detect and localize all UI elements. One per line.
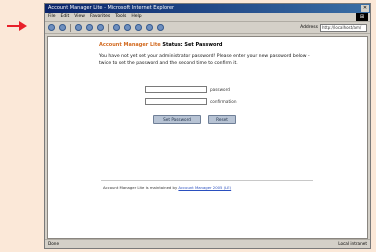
toolbar-divider [70, 23, 71, 32]
menu-item-tools[interactable]: Tools [115, 13, 126, 21]
app-name: Account Manager Lite [99, 42, 161, 48]
security-zone: Local intranet [338, 241, 367, 246]
confirm-password-input[interactable] [145, 98, 207, 105]
footer-link[interactable]: Account Manager 2005 (LE) [178, 185, 231, 190]
arrow-marker-icon [7, 21, 27, 31]
history-icon[interactable] [135, 24, 142, 31]
print-icon[interactable] [157, 24, 164, 31]
browser-window: Account Manager Lite - Microsoft Interne… [44, 3, 371, 249]
menu-bar: File Edit View Favorites Tools Help ⊞ [45, 13, 370, 22]
stop-icon[interactable] [75, 24, 82, 31]
close-icon[interactable]: ✕ [361, 5, 369, 12]
password-input[interactable] [145, 86, 207, 93]
status-bar: Done Local intranet [45, 239, 370, 248]
forward-icon[interactable] [59, 24, 66, 31]
toolbar-divider [108, 23, 109, 32]
window-title: Account Manager Lite - Microsoft Interne… [48, 5, 175, 11]
set-password-button[interactable]: Set Password [153, 115, 201, 124]
home-icon[interactable] [97, 24, 104, 31]
address-input[interactable]: http://localhost/am/ [320, 23, 367, 32]
mail-icon[interactable] [146, 24, 153, 31]
confirm-row: confirmation [145, 98, 236, 105]
instructions-text: You have not yet set your administrator … [99, 54, 310, 66]
footer: Account Manager Lite is maintained by Ac… [103, 185, 231, 190]
status-heading: Status: Set Password [162, 42, 223, 48]
title-bar: Account Manager Lite - Microsoft Interne… [45, 4, 370, 13]
divider [101, 180, 313, 181]
back-icon[interactable] [48, 24, 55, 31]
menu-item-favorites[interactable]: Favorites [90, 13, 110, 21]
confirm-label: confirmation [210, 99, 237, 104]
menu-item-help[interactable]: Help [131, 13, 141, 21]
footer-text: Account Manager Lite is maintained by [103, 185, 178, 190]
menu-item-edit[interactable]: Edit [61, 13, 70, 21]
menu-item-file[interactable]: File [48, 13, 56, 21]
menu-item-view[interactable]: View [74, 13, 85, 21]
windows-logo-icon: ⊞ [356, 13, 368, 21]
password-row: password [145, 86, 230, 93]
status-text: Done [48, 241, 60, 246]
refresh-icon[interactable] [86, 24, 93, 31]
page-title: Account Manager Lite Status: Set Passwor… [99, 42, 223, 48]
search-icon[interactable] [113, 24, 120, 31]
password-label: password [210, 87, 230, 92]
toolbar: Address http://localhost/am/ [45, 22, 370, 34]
address-label: Address [300, 25, 318, 30]
reset-button[interactable]: Reset [208, 115, 236, 124]
favorites-icon[interactable] [124, 24, 131, 31]
address-bar: Address http://localhost/am/ [300, 23, 367, 32]
